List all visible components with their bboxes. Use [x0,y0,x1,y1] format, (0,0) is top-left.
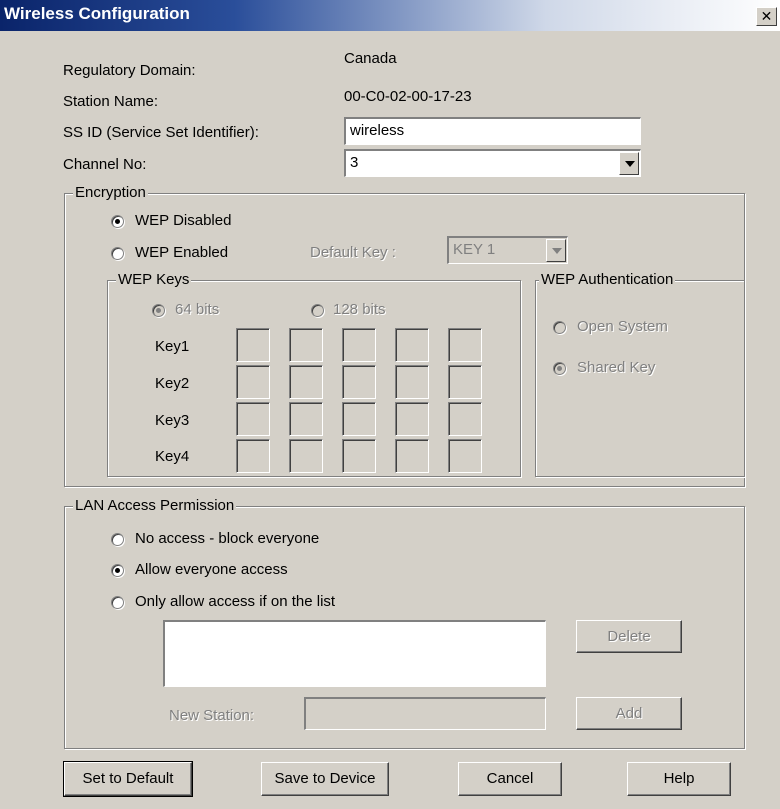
key2-byte-4-input[interactable] [395,365,429,399]
key4-byte-1-input[interactable] [236,439,270,473]
help-button[interactable]: Help [627,762,731,796]
wep-enabled-radio[interactable] [111,247,124,260]
close-icon: ✕ [760,8,773,24]
default-key-dropdown-button[interactable] [546,239,566,262]
key4-byte-4-input[interactable] [395,439,429,473]
key3-byte-3-input[interactable] [342,402,376,436]
key1-label: Key1 [155,338,190,355]
channel-label: Channel No: [63,156,147,173]
ssid-input[interactable]: wireless [344,117,641,145]
key2-byte-2-input[interactable] [289,365,323,399]
wep-auth-legend: WEP Authentication [539,271,676,288]
lan-access-legend: LAN Access Permission [73,497,237,514]
ssid-label: SS ID (Service Set Identifier): [63,124,259,141]
radio-selected-dot [115,568,120,573]
key4-byte-2-input[interactable] [289,439,323,473]
window-title: Wireless Configuration [4,4,190,23]
default-key-select[interactable]: KEY 1 [447,236,568,264]
key1-byte-2-input[interactable] [289,328,323,362]
bits64-radio[interactable] [152,304,165,317]
new-station-input[interactable] [304,697,546,730]
key1-byte-5-input[interactable] [448,328,482,362]
new-station-label: New Station: [169,707,255,724]
key3-byte-5-input[interactable] [448,402,482,436]
shared-key-label: Shared Key [577,359,656,376]
only-list-radio[interactable] [111,596,124,609]
wep-disabled-label: WEP Disabled [135,212,232,229]
bits64-label: 64 bits [175,301,220,318]
wep-disabled-radio[interactable] [111,215,124,228]
key2-byte-5-input[interactable] [448,365,482,399]
no-access-radio[interactable] [111,533,124,546]
radio-selected-dot [115,219,120,224]
wep-keys-legend: WEP Keys [116,271,192,288]
key3-label: Key3 [155,412,190,429]
set-to-default-button[interactable]: Set to Default [63,761,193,797]
default-key-value: KEY 1 [453,241,496,258]
key3-byte-1-input[interactable] [236,402,270,436]
bits128-radio[interactable] [311,304,324,317]
regulatory-domain-value: Canada [344,50,397,67]
channel-value: 3 [350,154,359,171]
key4-byte-3-input[interactable] [342,439,376,473]
radio-selected-dot [557,366,562,371]
title-bar[interactable]: Wireless Configuration ✕ [0,0,780,31]
no-access-label: No access - block everyone [135,530,320,547]
open-system-label: Open System [577,318,668,335]
chevron-down-icon [625,161,635,167]
regulatory-domain-label: Regulatory Domain: [63,62,196,79]
wep-enabled-label: WEP Enabled [135,244,229,261]
add-button[interactable]: Add [576,697,682,730]
chevron-down-icon [552,248,562,254]
key3-byte-2-input[interactable] [289,402,323,436]
station-name-value: 00-C0-02-00-17-23 [344,88,472,105]
encryption-legend: Encryption [73,184,148,201]
allow-everyone-label: Allow everyone access [135,561,288,578]
key1-byte-1-input[interactable] [236,328,270,362]
channel-select[interactable]: 3 [344,149,641,177]
station-name-label: Station Name: [63,93,159,110]
delete-button[interactable]: Delete [576,620,682,653]
key1-byte-4-input[interactable] [395,328,429,362]
station-list[interactable] [163,620,546,687]
bits128-label: 128 bits [333,301,386,318]
key2-byte-1-input[interactable] [236,365,270,399]
wireless-config-window: Wireless Configuration ✕ Regulatory Doma… [0,0,780,809]
save-to-device-button[interactable]: Save to Device [261,762,389,796]
radio-selected-dot [156,308,161,313]
key4-byte-5-input[interactable] [448,439,482,473]
key4-label: Key4 [155,448,190,465]
cancel-button[interactable]: Cancel [458,762,562,796]
channel-dropdown-button[interactable] [619,152,639,175]
key1-byte-3-input[interactable] [342,328,376,362]
key2-label: Key2 [155,375,190,392]
key3-byte-4-input[interactable] [395,402,429,436]
close-button[interactable]: ✕ [756,7,777,26]
key2-byte-3-input[interactable] [342,365,376,399]
shared-key-radio[interactable] [553,362,566,375]
open-system-radio[interactable] [553,321,566,334]
allow-everyone-radio[interactable] [111,564,124,577]
wep-auth-group: WEP Authentication [535,271,745,477]
only-list-label: Only allow access if on the list [135,593,336,610]
default-key-label: Default Key : [310,244,396,261]
